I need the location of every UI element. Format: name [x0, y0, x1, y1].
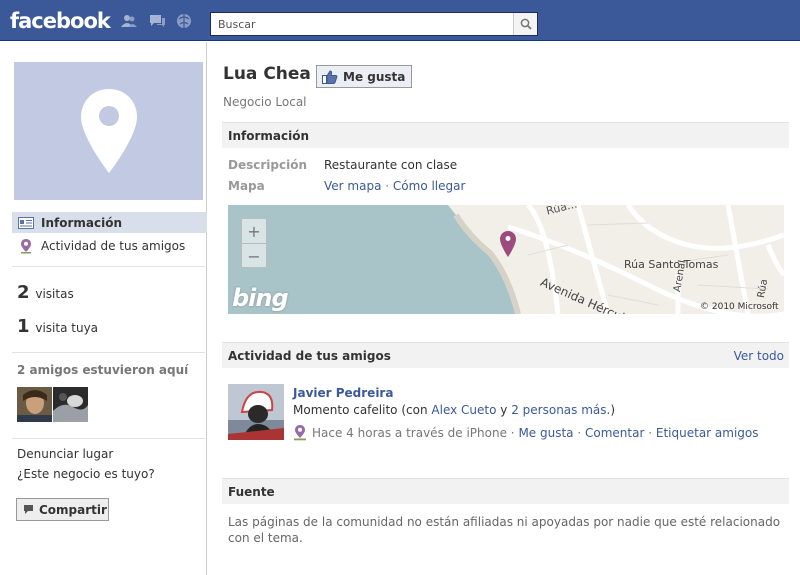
thumbs-up-icon	[322, 69, 338, 84]
activity-section-header: Actividad de tus amigos Ver todo	[222, 342, 789, 368]
directions-link[interactable]: Cómo llegar	[393, 179, 466, 193]
visits-stat: 2 visitas	[17, 282, 74, 303]
map-label: Mapa	[228, 179, 265, 193]
nav-actividad-label: Actividad de tus amigos	[41, 238, 186, 253]
tag-friends-link[interactable]: Etiquetar amigos	[656, 426, 759, 440]
nav-actividad-amigos[interactable]: Actividad de tus amigos	[12, 235, 207, 256]
divider	[12, 352, 205, 353]
friend-photo[interactable]	[228, 384, 284, 440]
divider	[12, 438, 205, 439]
separator: ·	[577, 425, 582, 440]
info-card-icon	[18, 216, 34, 230]
map-street-label: Rúa Santo Tomas	[624, 258, 719, 271]
search-icon	[520, 18, 532, 30]
share-bubble-icon	[23, 504, 34, 515]
tagged-friend-link[interactable]: Alex Cueto	[431, 403, 496, 417]
separator: ·	[648, 425, 653, 440]
search-input[interactable]	[211, 13, 511, 35]
with-close: )	[610, 403, 616, 417]
like-page-button[interactable]: Me gusta	[316, 65, 412, 88]
others-link[interactable]: 2 personas más.	[511, 403, 610, 417]
visits-count: 2	[17, 282, 30, 303]
source-section-header: Fuente	[222, 478, 789, 504]
map-links: Ver mapa · Cómo llegar	[324, 179, 465, 193]
your-visits-count: 1	[17, 316, 30, 337]
friends-here-title: 2 amigos estuvieron aquí	[17, 363, 189, 377]
place-pin-icon	[18, 238, 34, 253]
messages-icon[interactable]	[148, 12, 166, 30]
search-button[interactable]	[513, 13, 537, 35]
info-section-header: Información	[222, 122, 789, 148]
your-visits-label: visita tuya	[35, 321, 99, 335]
share-label: Compartir	[39, 502, 107, 517]
notifications-icon[interactable]	[175, 12, 193, 30]
place-pin-icon	[293, 424, 307, 441]
see-all-link[interactable]: Ver todo	[734, 349, 784, 363]
place-marker-icon	[80, 89, 137, 173]
separator: ·	[385, 179, 390, 193]
friend-thumbnail[interactable]	[53, 387, 88, 422]
claim-business-link[interactable]: ¿Este negocio es tuyo?	[17, 467, 155, 481]
facebook-logo[interactable]: facebook	[10, 9, 111, 33]
location-map[interactable]: Rúa... Avenida Hércules Rúa Santo Tomas …	[228, 205, 784, 314]
visits-label: visitas	[35, 287, 74, 301]
activity-status: Momento cafelito (con Alex Cueto y 2 per…	[293, 403, 615, 417]
description-value: Restaurante con clase	[324, 158, 458, 172]
friend-thumbnail[interactable]	[17, 387, 52, 422]
separator: ·	[510, 425, 515, 440]
description-label: Descripción	[228, 158, 307, 172]
comment-action-link[interactable]: Comentar	[585, 426, 644, 440]
and-text: y	[500, 403, 508, 417]
top-bar: facebook	[0, 0, 800, 41]
friend-name-link[interactable]: Javier Pedreira	[293, 386, 393, 400]
divider	[12, 266, 205, 267]
map-zoom-control: + −	[241, 218, 267, 268]
nav-informacion[interactable]: Información	[12, 212, 207, 233]
search-box	[210, 12, 538, 36]
like-action-link[interactable]: Me gusta	[518, 426, 573, 440]
with-open: (con	[401, 403, 428, 417]
your-visits-stat: 1 visita tuya	[17, 316, 98, 337]
friends-icon[interactable]	[120, 12, 138, 30]
activity-meta: Hace 4 horas a través de iPhone · Me gus…	[293, 424, 759, 441]
share-button[interactable]: Compartir	[16, 498, 109, 521]
status-text: Momento cafelito	[293, 403, 398, 417]
page-title: Lua Chea	[223, 64, 311, 84]
zoom-in-icon[interactable]: +	[242, 219, 266, 243]
nav-informacion-label: Información	[41, 215, 123, 230]
profile-picture-placeholder[interactable]	[14, 62, 203, 200]
source-section-title: Fuente	[228, 484, 275, 499]
bing-logo: bing	[232, 284, 289, 312]
page-category: Negocio Local	[223, 95, 307, 109]
view-map-link[interactable]: Ver mapa	[324, 179, 381, 193]
map-copyright: © 2010 Microsoft	[700, 302, 779, 312]
info-section-title: Información	[228, 128, 310, 143]
left-column: Información Actividad de tus amigos 2 vi…	[0, 42, 207, 575]
source-disclaimer: Las páginas de la comunidad no están afi…	[228, 515, 781, 545]
zoom-out-icon[interactable]: −	[242, 244, 266, 268]
activity-section-title: Actividad de tus amigos	[228, 348, 391, 363]
report-place-link[interactable]: Denunciar lugar	[17, 447, 113, 461]
activity-time: Hace 4 horas a través de iPhone	[312, 425, 507, 440]
like-label: Me gusta	[343, 69, 406, 84]
